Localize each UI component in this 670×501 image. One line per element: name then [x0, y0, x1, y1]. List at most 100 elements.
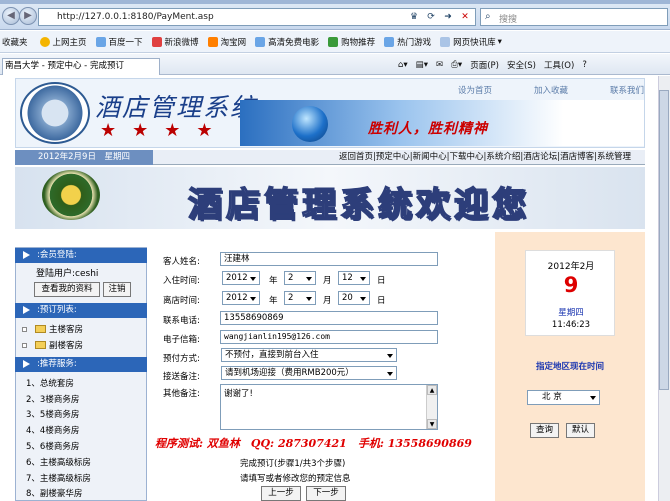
address-bar[interactable]: http://127.0.0.1:8180/PayMent.asp ♛ ⟳ ➜ …	[38, 8, 476, 26]
checkout-label: 离店时间:	[163, 296, 200, 306]
room-item-annex[interactable]: 副楼客房	[22, 339, 83, 351]
help-icon[interactable]: ?	[582, 60, 587, 70]
checkin-month-select[interactable]: 2	[284, 271, 316, 285]
refresh-icon[interactable]: ⟳	[424, 10, 438, 24]
service-item[interactable]: 5、6楼商务房	[26, 440, 79, 452]
scroll-up-icon[interactable]: ▲	[427, 385, 437, 395]
phone-input[interactable]: 13558690869	[220, 311, 438, 325]
search-icon: ⌕	[485, 11, 491, 22]
calendar-widget: 2012年2月 9 星期四 11:46:23	[525, 250, 615, 336]
scroll-down-icon[interactable]: ▼	[427, 419, 437, 429]
add-favorite-link[interactable]: 加入收藏	[534, 84, 568, 96]
fav-item[interactable]: 购物推荐	[328, 36, 375, 48]
top-links: 设为首页 加入收藏 联系我们	[458, 84, 644, 96]
service-item[interactable]: 7、主楼高级标房	[26, 472, 91, 484]
calendar-time: 11:46:23	[551, 320, 591, 330]
pay-label: 预付方式:	[163, 354, 200, 364]
fav-item[interactable]: 网页快讯库 ▾	[440, 36, 502, 48]
checkbox-icon	[22, 342, 27, 348]
email-label: 电子信箱:	[163, 335, 200, 345]
calendar-year-month: 2012年2月	[547, 262, 595, 272]
email-input[interactable]: wangjianlin195@126.com	[220, 330, 438, 344]
url-input[interactable]: http://127.0.0.1:8180/PayMent.asp	[39, 12, 407, 22]
fav-item[interactable]: 新浪微博	[151, 36, 199, 48]
notes-scrollbar[interactable]: ▲ ▼	[426, 385, 437, 429]
checkbox-icon	[22, 326, 27, 332]
login-user: 登陆用户:ceshi	[36, 269, 99, 279]
compat-icon[interactable]: ♛	[407, 10, 421, 24]
home-icon[interactable]: ⌂▾	[398, 60, 408, 70]
checkout-year-select[interactable]: 2012	[222, 291, 260, 305]
checkin-year-select[interactable]: 2012	[222, 271, 260, 285]
default-button[interactable]: 默认	[566, 423, 595, 438]
search-input[interactable]: 搜搜	[499, 12, 517, 25]
step-text: 完成预订(步骤1/共3个步骤)	[240, 459, 346, 469]
search-box[interactable]: ⌕ 搜搜	[480, 8, 668, 26]
pickup-select[interactable]: 请到机场迎接（费用RMB200元）	[221, 366, 397, 380]
unit-month: 月	[323, 296, 332, 306]
globe-icon	[292, 106, 328, 142]
site-menu[interactable]: 返回首页|预定中心|新闻中心|下载中心|系统介绍|酒店论坛|酒店博客|系统管理	[153, 150, 645, 165]
notes-textarea[interactable]: 谢谢了!	[220, 384, 438, 430]
unit-year: 年	[269, 276, 278, 286]
pickup-label: 接送备注:	[163, 372, 200, 382]
name-input[interactable]: 汪建林	[220, 252, 438, 266]
program-test-line: 程序测试: 双鱼林 QQ: 287307421 手机: 13558690869	[155, 437, 472, 450]
page-icon	[384, 36, 395, 47]
checkout-month-select[interactable]: 2	[284, 291, 316, 305]
my-data-button[interactable]: 查看我的资料	[34, 282, 100, 297]
mail-icon[interactable]: ✉	[436, 60, 443, 70]
page-icon	[328, 36, 339, 47]
unit-day: 日	[377, 296, 386, 306]
services-section-head: :推荐服务:	[15, 357, 147, 372]
query-button[interactable]: 查询	[530, 423, 559, 438]
checkin-day-select[interactable]: 12	[338, 271, 370, 285]
go-icon[interactable]: ➜	[441, 10, 455, 24]
logout-button[interactable]: 注销	[103, 282, 131, 297]
page-icon	[440, 36, 451, 47]
forward-button[interactable]: ▶	[19, 7, 37, 25]
page-icon	[151, 36, 162, 47]
prev-step-button[interactable]: 上一步	[261, 486, 301, 501]
checkout-day-select[interactable]: 20	[338, 291, 370, 305]
set-home-link[interactable]: 设为首页	[458, 84, 492, 96]
checkin-label: 入住时间:	[163, 276, 200, 286]
tools-menu[interactable]: 工具(O)	[544, 59, 574, 71]
next-step-button[interactable]: 下一步	[306, 486, 346, 501]
fav-item[interactable]: 热门游戏	[384, 36, 431, 48]
service-item[interactable]: 1、总统套房	[26, 377, 74, 389]
university-logo	[20, 82, 90, 144]
feed-icon[interactable]: ▤▾	[416, 60, 428, 70]
stop-icon[interactable]: ✕	[458, 10, 472, 24]
service-item[interactable]: 3、5楼商务房	[26, 408, 79, 420]
favorites-label[interactable]: 收藏夹	[2, 36, 28, 48]
page-icon	[255, 36, 266, 47]
star-icon	[39, 36, 50, 47]
safety-menu[interactable]: 安全(S)	[507, 59, 536, 71]
hotel-seal	[42, 170, 100, 220]
city-select[interactable]: 北 京	[527, 390, 600, 405]
fav-item[interactable]: 高清免费电影	[255, 36, 319, 48]
tip-text: 请填写或者修改您的预定信息	[240, 474, 351, 484]
service-item[interactable]: 4、4楼商务房	[26, 424, 79, 436]
unit-year: 年	[269, 296, 278, 306]
service-item[interactable]: 2、3楼商务房	[26, 393, 79, 405]
service-item[interactable]: 6、主楼高级标房	[26, 456, 91, 468]
back-button[interactable]: ◀	[2, 7, 20, 25]
calendar-day: 9	[563, 273, 579, 297]
stars-rating: ★★★★	[100, 120, 229, 141]
fav-item[interactable]: 百度一下	[95, 36, 143, 48]
scrollbar-thumb[interactable]	[659, 90, 669, 390]
page-icon	[207, 36, 218, 47]
service-item[interactable]: 8、副楼豪华房	[26, 487, 82, 499]
logo-title: 酒店管理系统	[95, 93, 258, 122]
command-bar: ⌂▾ ▤▾ ✉ ⎙▾ 页面(P) 安全(S) 工具(O) ?	[390, 57, 670, 73]
contact-link[interactable]: 联系我们	[610, 84, 644, 96]
fav-item[interactable]: 淘宝网	[207, 36, 246, 48]
page-menu[interactable]: 页面(P)	[470, 59, 499, 71]
tab-active[interactable]: 南昌大学 - 预定中心 - 完成预订	[2, 58, 160, 75]
fav-item[interactable]: 上网主页	[39, 36, 87, 48]
pay-select[interactable]: 不预付，直接到前台入住	[221, 348, 397, 362]
print-icon[interactable]: ⎙▾	[451, 60, 462, 70]
room-item-main[interactable]: 主楼客房	[22, 323, 83, 335]
